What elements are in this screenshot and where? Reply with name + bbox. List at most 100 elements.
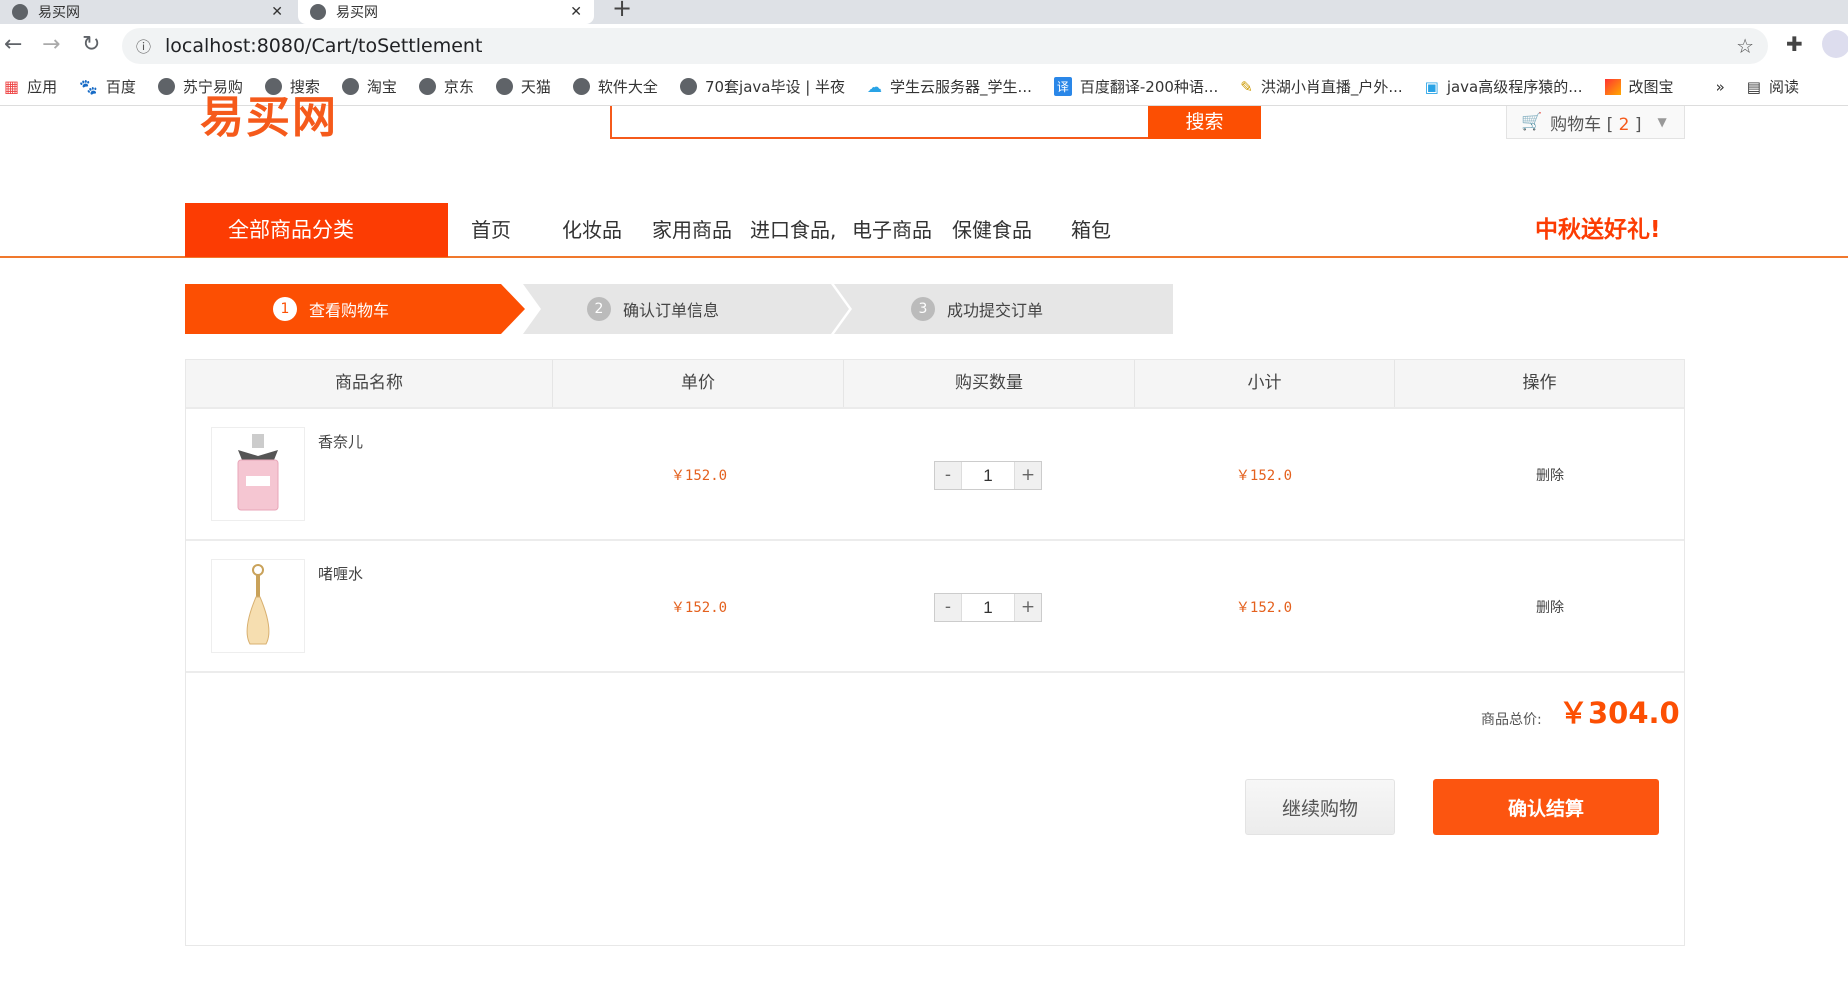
translate-icon: 译 bbox=[1053, 77, 1072, 96]
browser-tab-active[interactable]: 易买网 ✕ bbox=[298, 0, 594, 24]
bookmark-label: java高级程序猿的... bbox=[1446, 78, 1583, 96]
product-name[interactable]: 香奈儿 bbox=[318, 431, 363, 452]
cart-dropdown[interactable]: 🛒 购物车 [ 2 ] ▼ bbox=[1506, 106, 1685, 139]
browser-toolbar: ← → ↻ ⓘ localhost:8080/Cart/toSettlement ☆… bbox=[0, 24, 1848, 68]
delete-link[interactable]: 删除 bbox=[1520, 465, 1580, 485]
product-name[interactable]: 啫喱水 bbox=[318, 563, 363, 584]
nav-item-imported-food[interactable]: 进口食品, bbox=[750, 203, 836, 257]
profile-avatar[interactable] bbox=[1822, 30, 1848, 58]
increase-button[interactable]: + bbox=[1015, 594, 1041, 621]
subtotal: ￥152.0 bbox=[1235, 600, 1293, 616]
bookmark-item[interactable]: 京东 bbox=[418, 76, 474, 97]
globe-icon bbox=[418, 78, 436, 95]
back-icon[interactable]: ← bbox=[4, 32, 22, 57]
bookmark-item[interactable]: 改图宝 bbox=[1604, 76, 1674, 97]
all-categories-button[interactable]: 全部商品分类 bbox=[185, 203, 448, 257]
step-number: 2 bbox=[587, 297, 611, 321]
search-button[interactable]: 搜索 bbox=[1148, 106, 1261, 139]
confirm-checkout-button[interactable]: 确认结算 bbox=[1433, 779, 1659, 835]
bookmark-item[interactable]: 天猫 bbox=[495, 76, 551, 97]
globe-icon bbox=[157, 78, 175, 95]
bookmark-label: 应用 bbox=[27, 78, 58, 96]
bookmark-label: 学生云服务器_学生... bbox=[890, 78, 1032, 96]
bookmark-item[interactable]: 软件大全 bbox=[572, 76, 658, 97]
step-2: 2 确认订单信息 bbox=[587, 284, 719, 334]
extensions-icon[interactable]: ✚ bbox=[1786, 32, 1803, 56]
column-header: 小计 bbox=[1135, 360, 1395, 407]
baidu-icon: 🐾 bbox=[79, 77, 98, 96]
step-label: 查看购物车 bbox=[309, 301, 390, 320]
total-label: 商品总价: bbox=[1481, 712, 1542, 728]
info-icon: ⓘ bbox=[136, 37, 152, 56]
star-icon[interactable]: ☆ bbox=[1736, 34, 1754, 58]
bookmark-label: 搜索 bbox=[289, 78, 320, 96]
search-input[interactable] bbox=[610, 106, 1150, 139]
quantity-input[interactable] bbox=[961, 594, 1015, 621]
more-bookmarks-button[interactable]: » bbox=[1716, 78, 1725, 96]
site-logo[interactable]: 易买网 bbox=[200, 96, 338, 140]
table-row: 香奈儿 ￥152.0 - + ￥152.0 删除 bbox=[186, 409, 1684, 541]
step-label: 成功提交订单 bbox=[947, 301, 1044, 320]
continue-shopping-button[interactable]: 继续购物 bbox=[1245, 779, 1395, 835]
bookmark-label: 改图宝 bbox=[1628, 78, 1674, 96]
decrease-button[interactable]: - bbox=[935, 462, 961, 489]
bookmark-item[interactable]: 🐾 百度 bbox=[79, 76, 136, 97]
reading-list[interactable]: ▤ 阅读 bbox=[1747, 76, 1799, 97]
globe-icon bbox=[310, 4, 326, 20]
quantity-stepper: - + bbox=[934, 593, 1042, 622]
delete-link[interactable]: 删除 bbox=[1520, 597, 1580, 617]
nav-item-household[interactable]: 家用商品 bbox=[652, 203, 732, 257]
browser-tab[interactable]: 易买网 ✕ bbox=[0, 0, 295, 24]
bookmark-apps[interactable]: ▦ 应用 bbox=[4, 76, 57, 97]
bookmark-item[interactable]: 70套java毕设 | 半夜 bbox=[679, 76, 845, 97]
subtotal: ￥152.0 bbox=[1235, 468, 1293, 484]
bookmark-item[interactable]: 苏宁易购 bbox=[157, 76, 243, 97]
new-tab-icon[interactable]: + bbox=[612, 0, 632, 22]
bookmark-item[interactable]: 搜索 bbox=[264, 76, 320, 97]
column-header: 操作 bbox=[1522, 373, 1557, 393]
cart-label-end: ] bbox=[1634, 114, 1642, 135]
bookmark-item[interactable]: 译百度翻译-200种语... bbox=[1053, 76, 1218, 97]
gaitubao-icon bbox=[1604, 78, 1621, 95]
url-text: localhost:8080/Cart/toSettlement bbox=[165, 35, 483, 57]
cloud-icon: ☁ bbox=[867, 77, 883, 96]
globe-icon bbox=[495, 78, 513, 95]
perfume-gold-image bbox=[246, 564, 270, 645]
address-bar[interactable]: ⓘ localhost:8080/Cart/toSettlement ☆ bbox=[122, 28, 1768, 64]
reload-icon[interactable]: ↻ bbox=[82, 32, 100, 57]
nav-item-cosmetics[interactable]: 化妆品 bbox=[562, 203, 622, 257]
column-header: 单价 bbox=[553, 360, 844, 407]
bookmark-item[interactable]: 淘宝 bbox=[341, 76, 397, 97]
chevron-down-icon: ▼ bbox=[1657, 115, 1667, 129]
bookmark-item[interactable]: ☁ 学生云服务器_学生... bbox=[867, 76, 1032, 97]
bookmark-label: 天猫 bbox=[520, 78, 551, 96]
apps-grid-icon: ▦ bbox=[4, 77, 20, 96]
bookmark-label: 苏宁易购 bbox=[182, 78, 243, 96]
nav-item-health-food[interactable]: 保健食品 bbox=[952, 203, 1032, 257]
cart-label: 购物车 [ bbox=[1550, 114, 1614, 135]
forward-icon[interactable]: → bbox=[42, 32, 60, 57]
product-image[interactable] bbox=[211, 427, 305, 521]
decrease-button[interactable]: - bbox=[935, 594, 961, 621]
close-icon[interactable]: ✕ bbox=[570, 4, 582, 20]
bookmark-item[interactable]: ✎ 洪湖小肖直播_户外... bbox=[1240, 76, 1402, 97]
nav-item-electronics[interactable]: 电子商品 bbox=[852, 203, 932, 257]
globe-icon bbox=[679, 78, 697, 95]
nav-item-home[interactable]: 首页 bbox=[471, 203, 511, 257]
bookmark-label: 京东 bbox=[443, 78, 474, 96]
close-icon[interactable]: ✕ bbox=[271, 4, 283, 20]
bookmark-label: 软件大全 bbox=[597, 78, 658, 96]
bookmark-label: 百度 bbox=[105, 78, 136, 96]
bilibili-icon: ▣ bbox=[1424, 77, 1439, 96]
perfume-pink-image bbox=[237, 434, 279, 511]
increase-button[interactable]: + bbox=[1015, 462, 1041, 489]
nav-item-bags[interactable]: 箱包 bbox=[1071, 203, 1111, 257]
quantity-input[interactable] bbox=[961, 462, 1015, 489]
bookmark-label: 洪湖小肖直播_户外... bbox=[1260, 78, 1403, 96]
promo-link[interactable]: 中秋送好礼! bbox=[1535, 203, 1661, 257]
product-image[interactable] bbox=[211, 559, 305, 653]
globe-icon bbox=[264, 78, 282, 95]
bookmark-item[interactable]: ▣ java高级程序猿的... bbox=[1425, 76, 1583, 97]
reading-list-label: 阅读 bbox=[1768, 78, 1799, 96]
total-price: ￥304.0 bbox=[1559, 696, 1680, 730]
